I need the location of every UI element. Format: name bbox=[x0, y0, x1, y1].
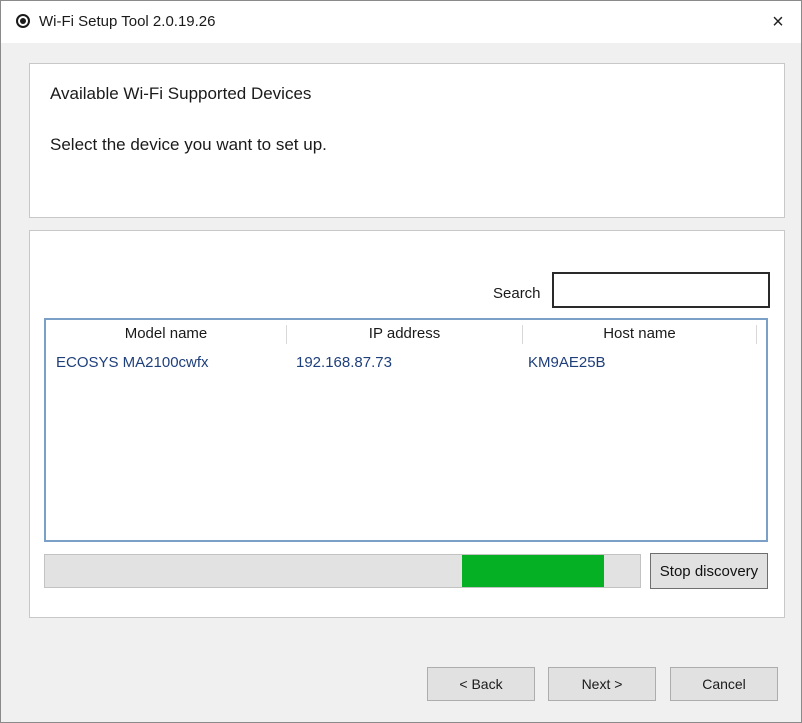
header-panel: Available Wi-Fi Supported Devices Select… bbox=[29, 63, 785, 218]
page-instruction: Select the device you want to set up. bbox=[50, 135, 327, 154]
next-button[interactable]: Next > bbox=[548, 667, 656, 701]
model-name-cell: ECOSYS MA2100cwfx bbox=[56, 354, 209, 371]
device-discovery-panel: Search Model name IP address Host name E… bbox=[29, 230, 785, 618]
back-button[interactable]: < Back bbox=[427, 667, 535, 701]
column-header-model[interactable]: Model name bbox=[46, 320, 286, 348]
wifi-setup-window: Wi-Fi Setup Tool 2.0.19.26 × Available W… bbox=[0, 0, 802, 723]
discovery-progress-bar bbox=[44, 554, 641, 588]
table-header: Model name IP address Host name bbox=[46, 320, 766, 348]
search-label: Search bbox=[493, 285, 541, 302]
app-icon bbox=[16, 14, 30, 28]
window-title: Wi-Fi Setup Tool 2.0.19.26 bbox=[39, 13, 216, 30]
column-divider[interactable] bbox=[756, 325, 757, 344]
stop-discovery-button[interactable]: Stop discovery bbox=[650, 553, 768, 589]
device-table: Model name IP address Host name ECOSYS M… bbox=[44, 318, 768, 542]
host-name-cell: KM9AE25B bbox=[528, 354, 606, 371]
table-row[interactable]: ECOSYS MA2100cwfx 192.168.87.73 KM9AE25B bbox=[46, 350, 766, 376]
progress-indicator bbox=[461, 555, 605, 587]
column-header-ip[interactable]: IP address bbox=[287, 320, 522, 348]
title-bar: Wi-Fi Setup Tool 2.0.19.26 × bbox=[1, 1, 801, 43]
close-icon[interactable]: × bbox=[755, 1, 801, 43]
search-input[interactable] bbox=[552, 272, 770, 308]
ip-address-cell: 192.168.87.73 bbox=[296, 354, 392, 371]
cancel-button[interactable]: Cancel bbox=[670, 667, 778, 701]
page-title: Available Wi-Fi Supported Devices bbox=[50, 84, 312, 103]
column-header-host[interactable]: Host name bbox=[523, 320, 756, 348]
